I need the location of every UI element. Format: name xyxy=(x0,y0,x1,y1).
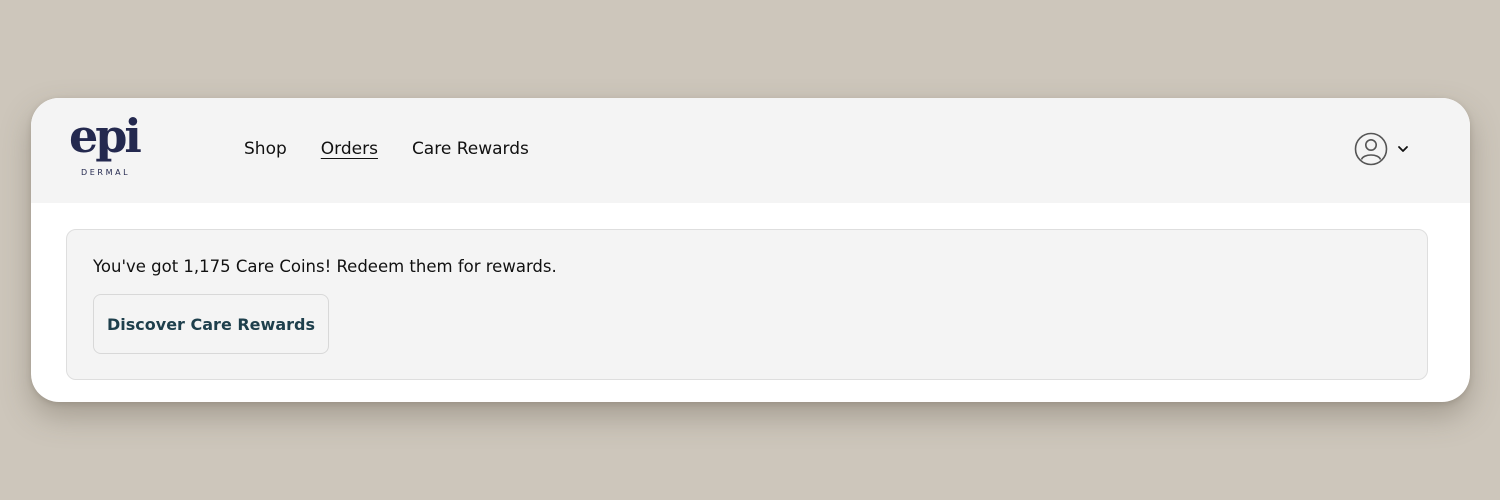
main-nav: Shop Orders Care Rewards xyxy=(244,138,529,160)
care-coins-message: You've got 1,175 Care Coins! Redeem them… xyxy=(93,257,557,276)
top-header: epi DERMAL Shop Orders Care Rewards xyxy=(31,98,1470,203)
brand-logo-subtitle: DERMAL xyxy=(81,168,131,177)
main-card: epi DERMAL Shop Orders Care Rewards You'… xyxy=(31,98,1470,402)
brand-logo[interactable]: epi DERMAL xyxy=(69,109,145,184)
care-coins-banner: You've got 1,175 Care Coins! Redeem them… xyxy=(66,229,1428,380)
account-menu-button[interactable] xyxy=(1354,132,1410,166)
nav-item-care-rewards[interactable]: Care Rewards xyxy=(412,138,529,160)
nav-item-shop[interactable]: Shop xyxy=(244,138,287,160)
discover-care-rewards-button[interactable]: Discover Care Rewards xyxy=(93,294,329,354)
user-circle-icon xyxy=(1354,132,1388,166)
chevron-down-icon xyxy=(1396,142,1410,156)
brand-logo-word: epi xyxy=(69,109,142,163)
nav-item-orders[interactable]: Orders xyxy=(321,138,378,160)
